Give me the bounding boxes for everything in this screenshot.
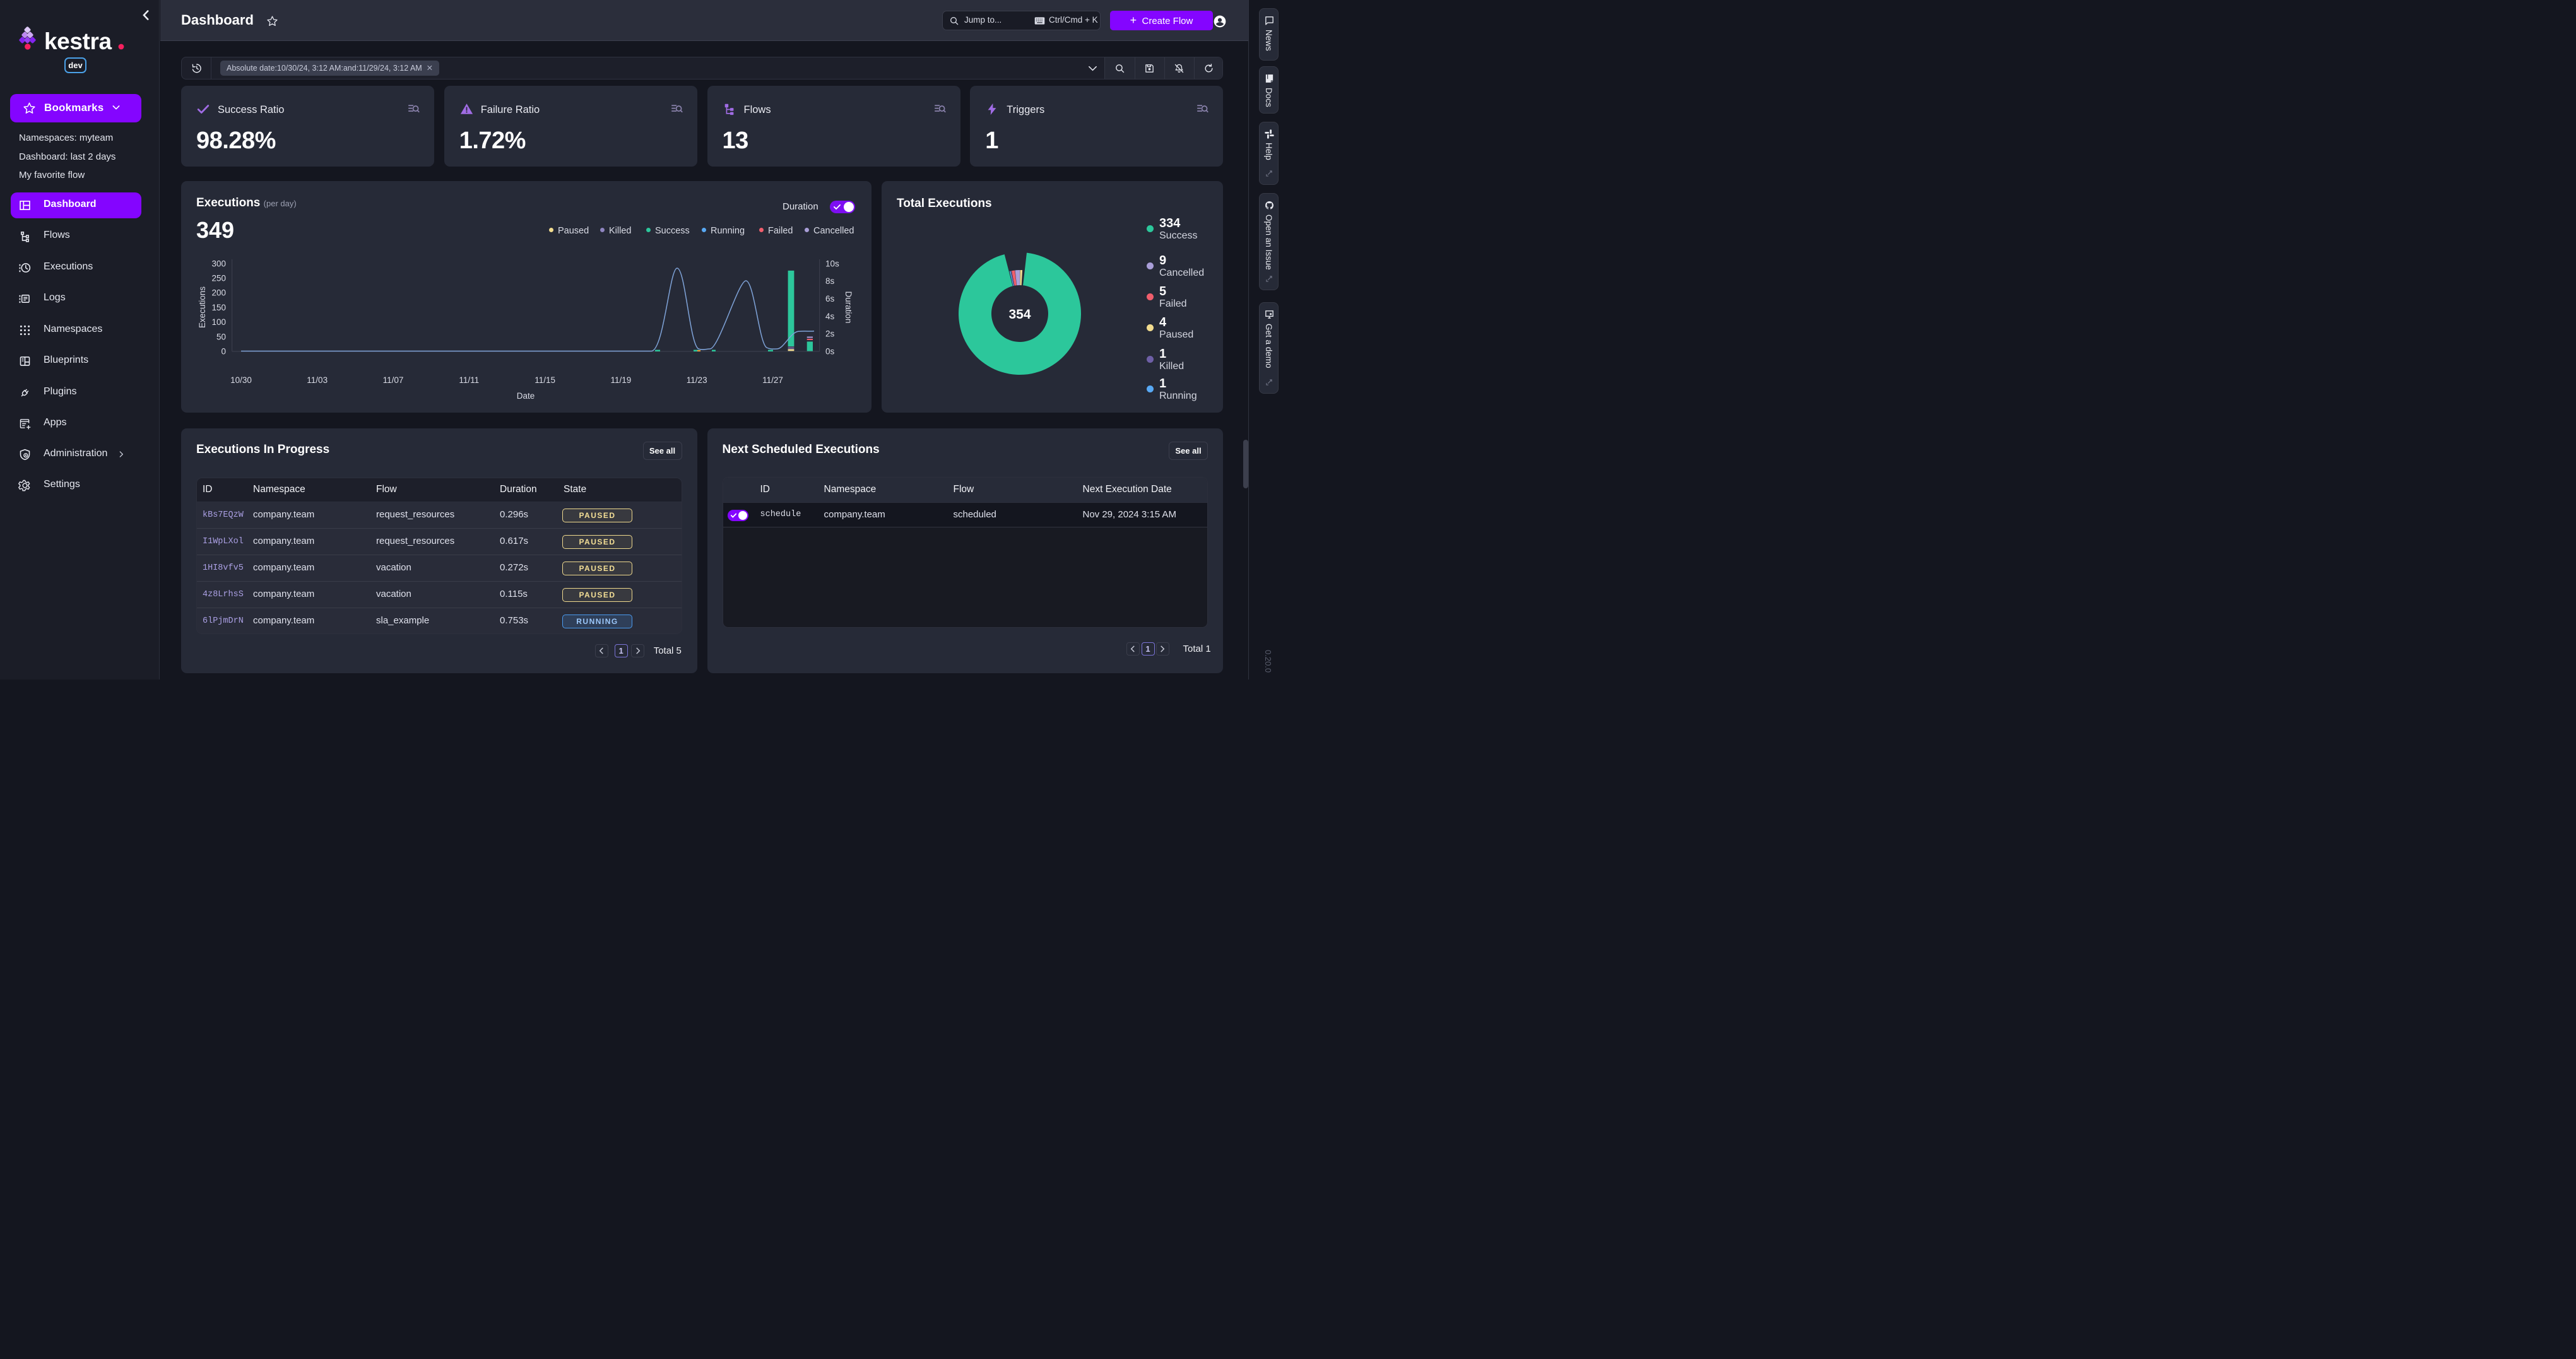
- svg-text:354: 354: [1008, 307, 1031, 322]
- svg-text:11/23: 11/23: [687, 375, 707, 385]
- svg-text:100: 100: [211, 317, 226, 327]
- svg-text:150: 150: [211, 303, 226, 312]
- svg-text:6s: 6s: [825, 294, 835, 303]
- svg-text:2s: 2s: [825, 329, 835, 338]
- svg-text:11/27: 11/27: [762, 375, 783, 385]
- svg-text:11/07: 11/07: [383, 375, 404, 385]
- svg-text:10/30: 10/30: [230, 375, 252, 385]
- svg-text:Duration: Duration: [844, 291, 853, 323]
- svg-text:0s: 0s: [825, 346, 835, 356]
- svg-text:4s: 4s: [825, 312, 835, 321]
- svg-text:11/11: 11/11: [459, 375, 479, 385]
- svg-text:Date: Date: [517, 391, 535, 401]
- svg-text:0: 0: [221, 346, 226, 356]
- svg-text:300: 300: [211, 259, 226, 268]
- svg-text:200: 200: [211, 288, 226, 298]
- svg-text:11/03: 11/03: [307, 375, 328, 385]
- svg-text:Executions: Executions: [198, 286, 207, 328]
- svg-text:10s: 10s: [825, 259, 839, 268]
- svg-text:8s: 8s: [825, 276, 835, 286]
- svg-text:50: 50: [216, 332, 226, 341]
- svg-text:11/15: 11/15: [535, 375, 555, 385]
- svg-text:kestra: kestra: [44, 28, 112, 54]
- svg-text:250: 250: [211, 273, 226, 283]
- svg-text:11/19: 11/19: [611, 375, 632, 385]
